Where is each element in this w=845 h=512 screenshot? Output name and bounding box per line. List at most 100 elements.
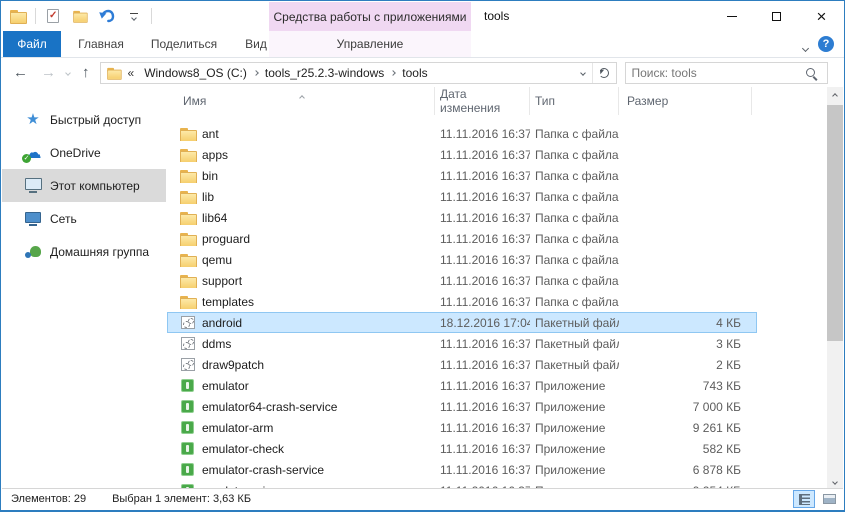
file-row[interactable]: qemu 11.11.2016 16:37 Папка с файлами (167, 249, 757, 270)
file-date: 11.11.2016 16:37 (435, 190, 530, 204)
search-input[interactable] (626, 66, 806, 80)
breadcrumb-item-parent[interactable]: tools_r25.2.3-windows (259, 66, 390, 80)
file-row[interactable]: lib64 11.11.2016 16:37 Папка с файлами (167, 207, 757, 228)
tab-share[interactable]: Поделиться (139, 31, 229, 57)
tab-file[interactable]: Файл (3, 31, 61, 57)
file-type: Приложение (530, 442, 619, 456)
column-header-label: Тип (535, 94, 555, 108)
file-date: 11.11.2016 16:37 (435, 295, 530, 309)
chevron-down-icon (130, 13, 138, 20)
file-type: Приложение (530, 400, 619, 414)
file-name: emulator64-crash-service (202, 400, 337, 414)
file-size: 9 261 КБ (619, 421, 757, 435)
maximize-button[interactable] (754, 1, 799, 31)
toolbar-separator (151, 8, 152, 24)
tab-manage[interactable]: Управление (269, 31, 471, 57)
file-row[interactable]: templates 11.11.2016 16:37 Папка с файла… (167, 291, 757, 312)
refresh-button[interactable] (592, 63, 616, 83)
file-type: Пакетный файл ... (530, 337, 619, 351)
file-row[interactable]: emulator 11.11.2016 16:37 Приложение 743… (167, 375, 757, 396)
forward-button[interactable]: → (41, 65, 56, 80)
maximize-icon (772, 12, 781, 21)
file-type: Папка с файлами (530, 169, 619, 183)
file-row[interactable]: ant 11.11.2016 16:37 Папка с файлами (167, 123, 757, 144)
up-button[interactable]: ↑ (82, 65, 90, 80)
undo-button[interactable] (97, 6, 117, 26)
file-row[interactable]: support 11.11.2016 16:37 Папка с файлами (167, 270, 757, 291)
scrollbar-thumb[interactable] (827, 105, 843, 341)
file-date: 11.11.2016 16:37 (435, 169, 530, 183)
file-date: 18.12.2016 17:04 (435, 316, 530, 330)
thumbnails-view-button[interactable] (818, 490, 840, 508)
breadcrumb-overflow[interactable]: « (128, 66, 135, 80)
file-date: 11.11.2016 16:37 (435, 253, 530, 267)
breadcrumb-item-drive[interactable]: Windows8_OS (C:) (138, 66, 253, 80)
file-date: 11.11.2016 16:37 (435, 463, 530, 477)
back-button[interactable]: ← (13, 65, 28, 80)
address-folder-icon (107, 67, 121, 79)
chevron-up-icon (832, 93, 838, 99)
ribbon-expand-button[interactable] (803, 40, 808, 54)
file-row[interactable]: proguard 11.11.2016 16:37 Папка с файлам… (167, 228, 757, 249)
customize-qat-button[interactable] (124, 6, 144, 26)
file-row[interactable]: bin 11.11.2016 16:37 Папка с файлами (167, 165, 757, 186)
file-row[interactable]: emulator-check 11.11.2016 16:37 Приложен… (167, 438, 757, 459)
sidebar-item-this-pc[interactable]: Этот компьютер (2, 169, 166, 202)
file-name: emulator-crash-service (202, 463, 324, 477)
file-size: 3 КБ (619, 337, 757, 351)
file-row[interactable]: apps 11.11.2016 16:37 Папка с файлами (167, 144, 757, 165)
breadcrumb-item-current[interactable]: tools (396, 66, 433, 80)
file-date: 11.11.2016 16:37 (435, 148, 530, 162)
breadcrumb-separator-icon[interactable] (253, 70, 259, 76)
file-type: Папка с файлами (530, 253, 619, 267)
undo-icon (99, 9, 115, 23)
file-row[interactable]: draw9patch 11.11.2016 16:37 Пакетный фай… (167, 354, 757, 375)
file-row[interactable]: lib 11.11.2016 16:37 Папка с файлами (167, 186, 757, 207)
sidebar-item-onedrive[interactable]: OneDrive (2, 136, 166, 169)
scroll-up-button[interactable] (827, 88, 843, 104)
column-header-date[interactable]: Дата изменения (435, 87, 530, 115)
file-row[interactable]: emulator64-crash-service 11.11.2016 16:3… (167, 396, 757, 417)
breadcrumb-separator-icon[interactable] (390, 70, 396, 76)
explorer-window-icon[interactable] (8, 6, 28, 26)
minimize-button[interactable] (709, 1, 754, 31)
close-button[interactable] (799, 1, 844, 31)
sidebar-item-homegroup[interactable]: Домашняя группа (2, 235, 166, 268)
tab-home[interactable]: Главная (63, 31, 139, 57)
new-folder-button[interactable] (70, 6, 90, 26)
column-header-label: Дата изменения (440, 87, 529, 115)
refresh-icon (599, 68, 609, 78)
details-view-icon (799, 494, 810, 505)
properties-button[interactable] (43, 6, 63, 26)
column-header-type[interactable]: Тип (530, 87, 619, 115)
sidebar-item-network[interactable]: Сеть (2, 202, 166, 235)
file-date: 11.11.2016 16:37 (435, 442, 530, 456)
address-dropdown-button[interactable] (574, 71, 592, 75)
network-icon (24, 210, 42, 228)
file-row[interactable]: emulator-arm 11.11.2016 16:37 Приложение… (167, 417, 757, 438)
sidebar-item-quick-access[interactable]: Быстрый доступ (2, 103, 166, 136)
file-name: templates (202, 295, 254, 309)
search-box[interactable] (625, 62, 828, 84)
toolbar-separator (35, 8, 36, 24)
application-icon (181, 463, 194, 476)
file-row[interactable]: ddms 11.11.2016 16:37 Пакетный файл ... … (167, 333, 757, 354)
file-name: apps (202, 148, 228, 162)
file-size: 582 КБ (619, 442, 757, 456)
address-bar[interactable]: « Windows8_OS (C:) tools_r25.2.3-windows… (100, 62, 617, 84)
help-icon[interactable] (818, 36, 834, 52)
column-header-size[interactable]: Размер (619, 87, 752, 115)
file-row[interactable]: android 18.12.2016 17:04 Пакетный файл .… (167, 312, 757, 333)
vertical-scrollbar[interactable] (827, 87, 843, 491)
search-icon[interactable] (806, 68, 815, 77)
chevron-down-icon (802, 45, 809, 52)
homegroup-icon (24, 243, 42, 261)
file-size: 7 000 КБ (619, 400, 757, 414)
application-icon (181, 379, 194, 392)
file-row[interactable]: emulator-crash-service 11.11.2016 16:37 … (167, 459, 757, 480)
recent-locations-icon[interactable] (65, 70, 71, 76)
file-size: 2 КБ (619, 358, 757, 372)
details-view-button[interactable] (793, 490, 815, 508)
file-name: ant (202, 127, 219, 141)
view-toggle-buttons (793, 490, 840, 508)
